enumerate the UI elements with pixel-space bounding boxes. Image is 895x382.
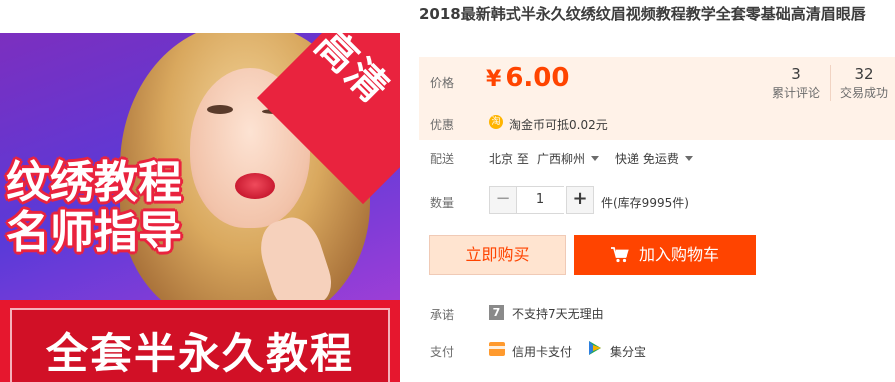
image-headline: 纹绣教程 名师指导 bbox=[0, 158, 200, 258]
price-value: ¥6.00 bbox=[486, 63, 569, 93]
buy-now-button[interactable]: 立即购买 bbox=[429, 235, 566, 275]
add-to-cart-label: 加入购物车 bbox=[638, 245, 719, 264]
decrease-quantity-button[interactable]: − bbox=[489, 186, 517, 214]
taojinbi-coin-icon: 淘 bbox=[489, 115, 503, 129]
product-info: 2018最新韩式半永久纹绣纹眉视频教程教学全套零基础高清眉眼唇 价格 ¥6.00… bbox=[419, 0, 895, 382]
quantity-input[interactable]: 1 bbox=[516, 186, 564, 214]
product-title: 2018最新韩式半永久纹绣纹眉视频教程教学全套零基础高清眉眼唇 bbox=[419, 5, 866, 23]
image-headline-line: 名师指导 bbox=[6, 207, 182, 258]
jifenbao-icon bbox=[589, 341, 601, 355]
add-to-cart-button[interactable]: 加入购物车 bbox=[574, 235, 756, 275]
shipping-label: 配送 bbox=[430, 152, 455, 166]
review-count: 3 bbox=[791, 65, 801, 83]
stock-text: 件(库存9995件) bbox=[601, 196, 689, 210]
sales-count: 32 bbox=[854, 65, 874, 83]
stat-divider bbox=[830, 65, 831, 101]
promise-label: 承诺 bbox=[430, 308, 455, 322]
jifenbao-payment[interactable]: 集分宝 bbox=[610, 343, 646, 360]
model-lips bbox=[235, 173, 275, 199]
product-gallery: 高清 纹绣教程 名师指导 全套半永久教程 bbox=[0, 0, 400, 382]
promo-text: 淘金币可抵0.02元 bbox=[509, 118, 608, 132]
image-bottom-banner-text: 全套半永久教程 bbox=[45, 329, 354, 378]
review-count-label: 累计评论 bbox=[771, 86, 820, 100]
review-count-stat[interactable]: 3 累计评论 bbox=[765, 64, 827, 102]
image-bottom-banner-frame: 全套半永久教程 bbox=[10, 308, 390, 382]
cart-icon bbox=[610, 247, 629, 263]
no-7-day-return-icon: 7 bbox=[489, 305, 504, 320]
model-eye-left bbox=[207, 105, 233, 114]
currency-symbol: ¥ bbox=[486, 67, 502, 92]
ship-method-selector[interactable]: 快递 免运费 bbox=[615, 150, 693, 167]
credit-card-payment[interactable]: 信用卡支付 bbox=[512, 343, 572, 360]
promo-label: 优惠 bbox=[430, 118, 455, 132]
ship-to-value: 广西柳州 bbox=[537, 152, 586, 166]
ship-method-value: 快递 免运费 bbox=[615, 152, 679, 166]
price-label: 价格 bbox=[430, 76, 455, 90]
price-panel: 价格 ¥6.00 3 累计评论 32 交易成功 bbox=[419, 57, 895, 107]
ship-to-selector[interactable]: 广西柳州 bbox=[537, 150, 600, 167]
image-headline-line: 纹绣教程 bbox=[6, 157, 182, 208]
ship-from: 北京 至 bbox=[489, 152, 529, 166]
credit-card-icon bbox=[489, 342, 505, 356]
image-bottom-banner: 全套半永久教程 bbox=[0, 300, 400, 382]
chevron-down-icon bbox=[684, 156, 693, 161]
sales-count-label: 交易成功 bbox=[839, 86, 888, 100]
increase-quantity-button[interactable]: + bbox=[566, 186, 594, 214]
payment-label: 支付 bbox=[430, 345, 455, 359]
sales-count-stat: 32 交易成功 bbox=[833, 64, 895, 102]
quantity-label: 数量 bbox=[430, 196, 455, 210]
chevron-down-icon bbox=[591, 156, 600, 161]
promise-text[interactable]: 不支持7天无理由 bbox=[512, 305, 604, 322]
price-amount: 6.00 bbox=[505, 63, 570, 93]
